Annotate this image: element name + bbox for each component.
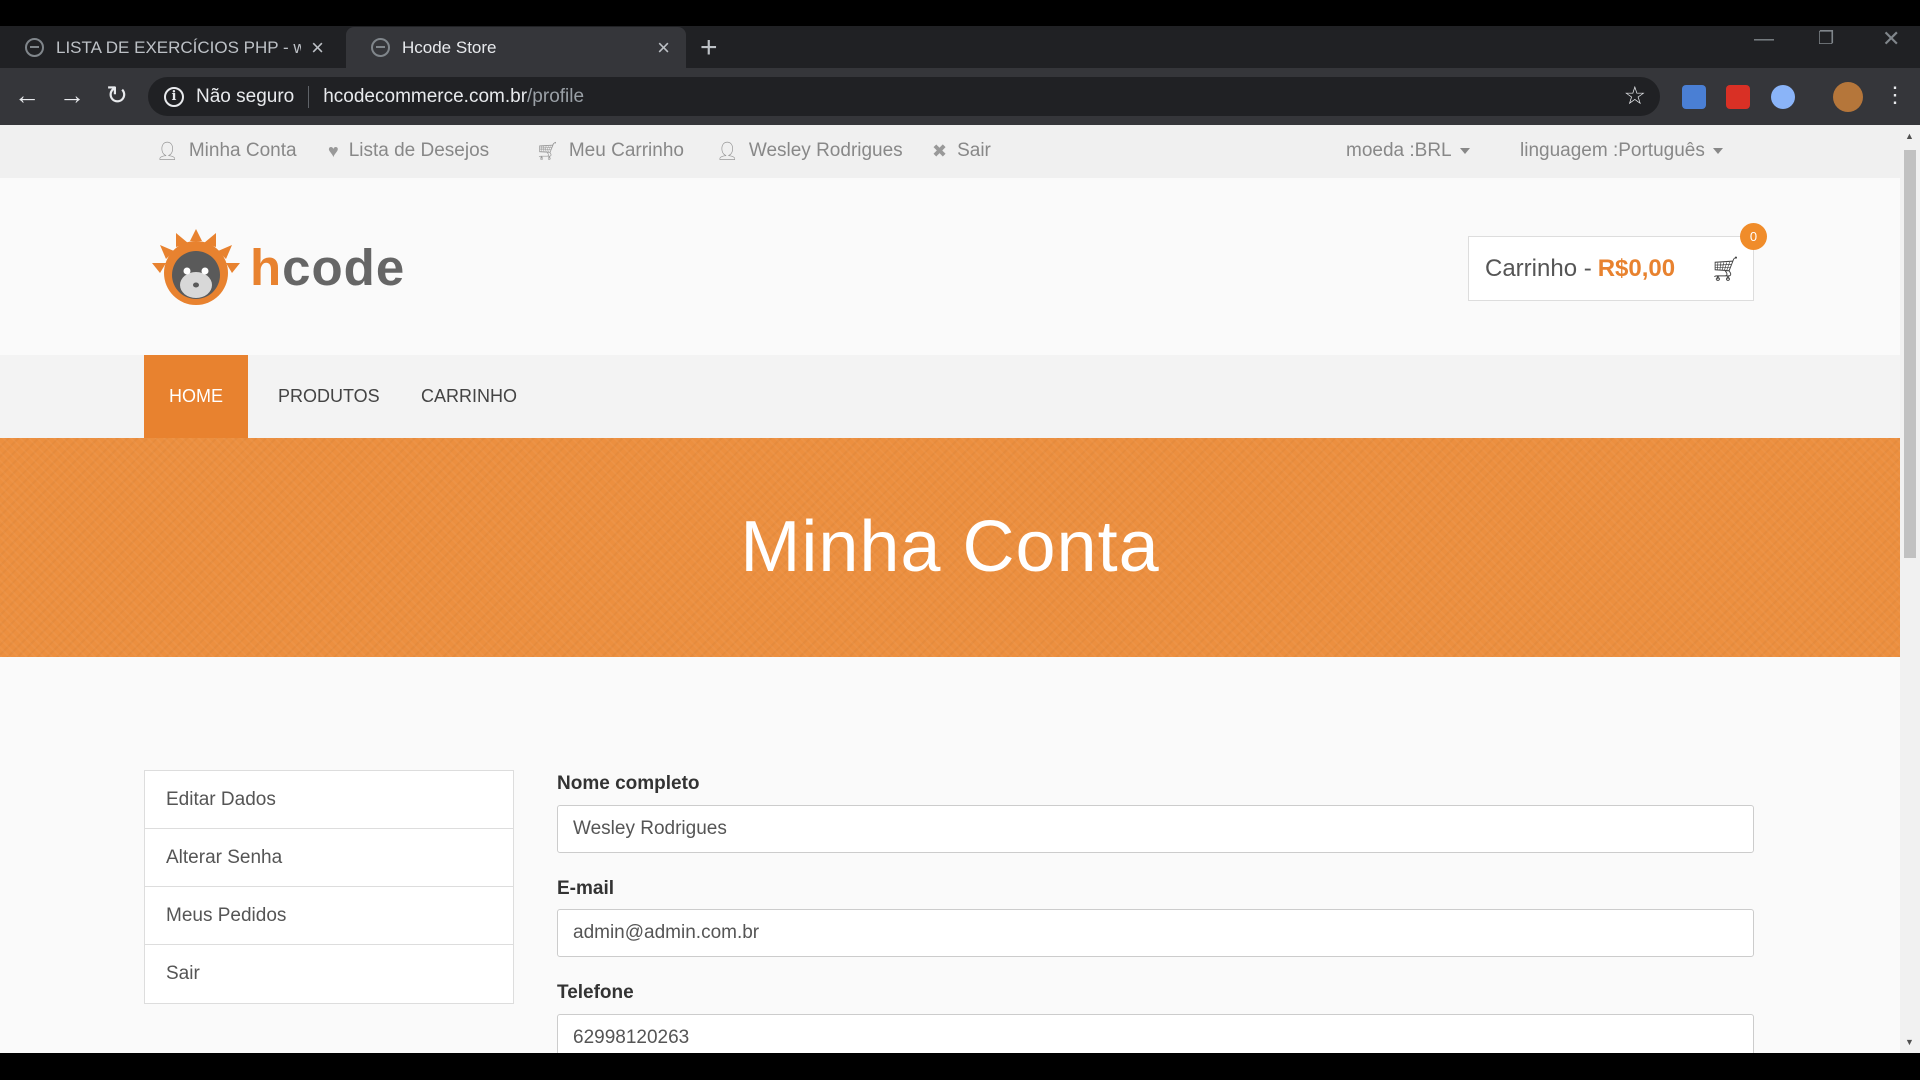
link-label: Lista de Desejos bbox=[348, 140, 490, 161]
link-label: Minha Conta bbox=[188, 140, 297, 161]
reload-icon[interactable]: ↻ bbox=[100, 78, 134, 112]
security-label: Não seguro bbox=[196, 85, 295, 107]
user-name-link[interactable]: 👤︎ Wesley Rodrigues bbox=[716, 140, 903, 162]
wishlist-link[interactable]: ♥ Lista de Desejos bbox=[328, 140, 489, 162]
close-tab-icon[interactable]: × bbox=[311, 35, 324, 61]
tab-title: Hcode Store bbox=[402, 37, 497, 57]
page-scrollbar[interactable]: ▲ ▼ bbox=[1900, 125, 1920, 1053]
phone-label: Telefone bbox=[557, 982, 634, 1003]
url-host: hcodecommerce.com.br bbox=[323, 85, 528, 107]
sidebar-item-edit-data[interactable]: Editar Dados bbox=[145, 771, 513, 829]
nav-carrinho[interactable]: CARRINHO bbox=[394, 355, 544, 438]
link-label: Wesley Rodrigues bbox=[748, 140, 903, 161]
cart-label: Carrinho - bbox=[1485, 254, 1592, 282]
address-bar[interactable]: i Não seguro hcodecommerce.com.br/profil… bbox=[148, 77, 1660, 116]
bookmark-star-icon[interactable]: ☆ bbox=[1624, 81, 1646, 111]
heart-icon: ♥ bbox=[328, 140, 339, 161]
profile-avatar[interactable] bbox=[1833, 82, 1863, 112]
sidebar-item-logout[interactable]: Sair bbox=[145, 945, 513, 1003]
account-sidebar: Editar Dados Alterar Senha Meus Pedidos … bbox=[144, 770, 514, 1004]
monkey-logo-icon bbox=[152, 229, 240, 305]
my-account-link[interactable]: 👤︎ Minha Conta bbox=[156, 140, 297, 162]
red-extension-icon[interactable] bbox=[1726, 85, 1750, 109]
restore-icon[interactable]: ❐ bbox=[1818, 28, 1834, 49]
language-label: linguagem :Português bbox=[1520, 140, 1705, 161]
full-name-field[interactable]: Wesley Rodrigues bbox=[557, 805, 1754, 853]
kebab-menu-icon[interactable]: ⋮ bbox=[1878, 78, 1912, 112]
cart-icon: 🛒︎ bbox=[1710, 256, 1741, 283]
email-field[interactable]: admin@admin.com.br bbox=[557, 909, 1754, 957]
url-text: hcodecommerce.com.br/profile bbox=[323, 86, 584, 108]
globe-icon bbox=[25, 38, 44, 57]
sidebar-item-change-password[interactable]: Alterar Senha bbox=[145, 829, 513, 887]
browser-tab-hcode-store[interactable]: Hcode Store × bbox=[346, 27, 686, 68]
forward-icon[interactable]: → bbox=[55, 78, 89, 112]
email-label: E-mail bbox=[557, 878, 615, 899]
language-dropdown[interactable]: linguagem :Português bbox=[1520, 140, 1723, 162]
browser-toolbar: ← → ↻ i Não seguro hcodecommerce.com.br/… bbox=[0, 68, 1920, 125]
divider bbox=[308, 85, 310, 108]
full-name-label: Nome completo bbox=[557, 773, 700, 794]
blue-extension-icon[interactable] bbox=[1771, 85, 1795, 109]
info-icon[interactable]: i bbox=[164, 86, 184, 107]
cart-total: R$0,00 bbox=[1597, 254, 1676, 282]
caret-down-icon bbox=[1459, 148, 1470, 154]
scroll-up-icon[interactable]: ▲ bbox=[1905, 131, 1914, 141]
user-top-bar: 👤︎ Minha Conta ♥ Lista de Desejos 🛒︎ Meu… bbox=[0, 125, 1900, 178]
page-banner: Minha Conta bbox=[0, 438, 1900, 657]
translate-extension-icon[interactable] bbox=[1682, 85, 1706, 109]
close-window-icon[interactable]: ✕ bbox=[1882, 26, 1900, 52]
nav-produtos[interactable]: PRODUTOS bbox=[251, 355, 407, 438]
browser-tab-exercicios[interactable]: LISTA DE EXERCÍCIOS PHP - www. × bbox=[0, 27, 340, 68]
scroll-down-icon[interactable]: ▼ bbox=[1905, 1037, 1914, 1047]
close-icon: ✖ bbox=[932, 140, 948, 161]
currency-dropdown[interactable]: moeda :BRL bbox=[1346, 140, 1470, 162]
link-label: Sair bbox=[957, 140, 991, 161]
main-nav: HOME PRODUTOS CARRINHO bbox=[0, 355, 1900, 438]
logo-wordmark: hcode bbox=[250, 238, 406, 296]
bottom-black-bar bbox=[0, 1053, 1920, 1080]
web-page: 👤︎ Minha Conta ♥ Lista de Desejos 🛒︎ Meu… bbox=[0, 125, 1900, 1053]
top-black-bar bbox=[0, 0, 1920, 26]
back-icon[interactable]: ← bbox=[10, 78, 44, 112]
user-icon: 👤︎ bbox=[716, 140, 739, 161]
hcode-logo[interactable]: hcode bbox=[146, 227, 405, 307]
link-label: Meu Carrinho bbox=[568, 140, 684, 161]
sidebar-item-my-orders[interactable]: Meus Pedidos bbox=[145, 887, 513, 945]
tab-title: LISTA DE EXERCÍCIOS PHP - www. bbox=[56, 37, 302, 57]
header-cart-button[interactable]: Carrinho - R$0,00 🛒︎ bbox=[1468, 236, 1754, 301]
cart-count-badge: 0 bbox=[1740, 223, 1767, 250]
cart-icon: 🛒︎ bbox=[536, 140, 559, 161]
phone-field[interactable]: 62998120263 bbox=[557, 1014, 1754, 1053]
page-title: Minha Conta bbox=[740, 507, 1160, 587]
globe-icon bbox=[371, 38, 390, 57]
my-cart-link[interactable]: 🛒︎ Meu Carrinho bbox=[536, 140, 684, 162]
url-path: /profile bbox=[527, 85, 585, 107]
caret-down-icon bbox=[1712, 148, 1723, 154]
new-tab-button[interactable]: + bbox=[700, 31, 718, 65]
browser-chrome: LISTA DE EXERCÍCIOS PHP - www. × Hcode S… bbox=[0, 0, 1920, 125]
logout-link[interactable]: ✖ Sair bbox=[932, 140, 991, 162]
currency-label: moeda :BRL bbox=[1346, 140, 1452, 161]
minimize-icon[interactable]: — bbox=[1754, 28, 1774, 51]
close-tab-icon[interactable]: × bbox=[657, 35, 670, 61]
nav-home[interactable]: HOME bbox=[144, 355, 248, 438]
user-icon: 👤︎ bbox=[156, 140, 179, 161]
scrollbar-thumb[interactable] bbox=[1904, 150, 1916, 558]
